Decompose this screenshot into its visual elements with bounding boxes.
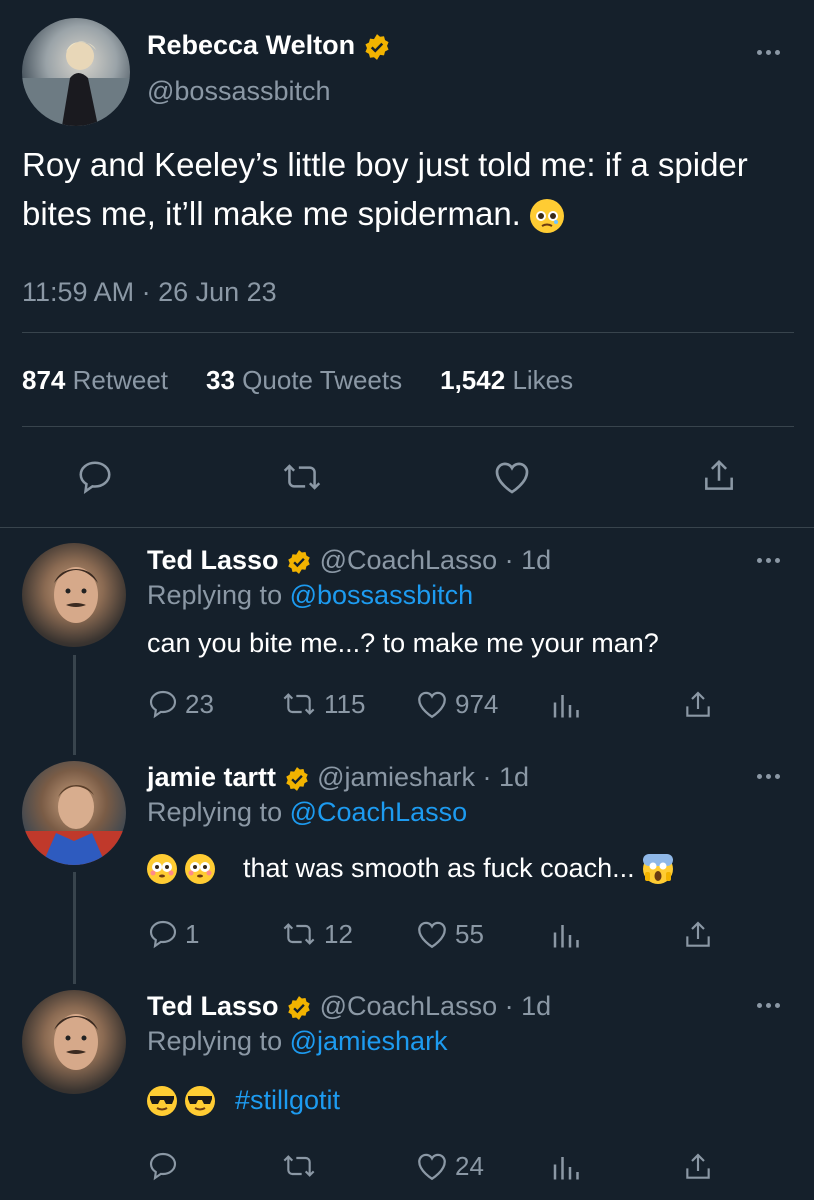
like-icon xyxy=(418,1153,446,1181)
replying-to-line: Replying to @jamieshark xyxy=(147,1026,448,1056)
reply-icon[interactable] xyxy=(147,1150,179,1182)
more-options-icon[interactable] xyxy=(757,558,780,563)
reply-text-block: that was smooth as fuck coach... xyxy=(147,853,673,884)
author-name[interactable]: Ted Lasso xyxy=(147,991,279,1021)
reply-header: jamie tartt @jamieshark · 1d xyxy=(147,762,529,793)
sunglasses-face-emoji-icon xyxy=(185,1085,215,1116)
handle-and-time[interactable]: @CoachLasso · 1d xyxy=(320,545,552,575)
analytics-icon[interactable] xyxy=(550,690,580,720)
handle-and-time[interactable]: @jamieshark · 1d xyxy=(317,762,529,792)
reply-comment-stat[interactable]: 1 xyxy=(147,918,199,950)
thread-line xyxy=(73,655,76,755)
retweet-icon[interactable] xyxy=(280,1150,318,1182)
author-handle[interactable]: @bossassbitch xyxy=(147,76,331,107)
likes-stat[interactable]: 1,542 Likes xyxy=(440,365,573,396)
reply-text-block: #stillgotit xyxy=(147,1085,340,1116)
divider xyxy=(22,426,794,427)
avatar-jamie-tartt[interactable] xyxy=(22,761,126,865)
analytics-icon[interactable] xyxy=(550,1152,580,1182)
share-icon[interactable] xyxy=(682,918,714,952)
more-options-icon[interactable] xyxy=(757,774,780,779)
sunglasses-face-emoji-icon xyxy=(147,1085,177,1116)
verified-badge-icon xyxy=(285,766,308,791)
share-icon[interactable] xyxy=(682,1150,714,1184)
more-options-icon[interactable] xyxy=(757,50,780,55)
retweets-stat[interactable]: 874 Retweet xyxy=(22,365,168,396)
reply-text: that was smooth as fuck coach... xyxy=(243,853,635,883)
hashtag-link[interactable]: #stillgotit xyxy=(235,1085,340,1116)
reply-like-stat[interactable]: 55 xyxy=(415,918,484,950)
share-icon[interactable] xyxy=(700,456,738,496)
reply-header: Ted Lasso @CoachLasso · 1d xyxy=(147,991,551,1022)
divider xyxy=(0,527,814,528)
thread-line xyxy=(73,872,76,984)
reply-icon[interactable] xyxy=(76,458,114,496)
reply-icon xyxy=(149,690,177,719)
reply-icon xyxy=(149,920,177,949)
replying-to-link[interactable]: @CoachLasso xyxy=(290,797,468,827)
divider xyxy=(22,332,794,333)
reply-retweet-stat[interactable]: 12 xyxy=(280,918,353,950)
replying-to-link[interactable]: @jamieshark xyxy=(290,1026,448,1056)
reply-header: Ted Lasso @CoachLasso · 1d xyxy=(147,545,551,576)
retweet-icon xyxy=(283,923,315,945)
reply-like-stat[interactable]: 24 xyxy=(415,1150,484,1182)
tweet-text-block: Roy and Keeley’s little boy just told me… xyxy=(22,140,797,238)
reply-text: can you bite me...? to make me your man? xyxy=(147,628,659,658)
author-name[interactable]: jamie tartt xyxy=(147,762,276,792)
retweet-icon[interactable] xyxy=(280,458,324,496)
retweet-icon xyxy=(283,693,315,715)
flushed-face-emoji-icon xyxy=(147,853,177,884)
reply-like-stat[interactable]: 974 xyxy=(415,688,498,720)
like-icon xyxy=(418,691,446,719)
verified-badge-icon xyxy=(288,995,310,1020)
quotes-stat[interactable]: 33 Quote Tweets xyxy=(206,365,402,396)
share-icon[interactable] xyxy=(682,688,714,722)
avatar-ted-lasso[interactable] xyxy=(22,990,126,1094)
like-icon[interactable] xyxy=(492,458,532,496)
analytics-icon[interactable] xyxy=(550,920,580,950)
author-name[interactable]: Rebecca Welton xyxy=(147,30,355,60)
replying-to-link[interactable]: @bossassbitch xyxy=(290,580,474,610)
author-header: Rebecca Welton xyxy=(147,30,391,61)
more-options-icon[interactable] xyxy=(757,1003,780,1008)
author-name[interactable]: Ted Lasso xyxy=(147,545,279,575)
verified-badge-icon xyxy=(365,34,389,60)
avatar-ted-lasso[interactable] xyxy=(22,543,126,647)
like-icon xyxy=(418,921,446,949)
replying-to-line: Replying to @CoachLasso xyxy=(147,797,468,827)
reply-retweet-stat[interactable]: 115 xyxy=(280,688,365,720)
tweet-text: Roy and Keeley’s little boy just told me… xyxy=(22,146,748,232)
screaming-face-emoji-icon xyxy=(642,853,673,884)
replying-to-line: Replying to @bossassbitch xyxy=(147,580,474,610)
avatar-rebecca[interactable] xyxy=(22,18,130,126)
pleading-face-emoji-icon xyxy=(530,199,565,234)
tweet-stats: 874 Retweet 33 Quote Tweets 1,542 Likes xyxy=(22,365,573,396)
reply-comment-stat[interactable]: 23 xyxy=(147,688,214,720)
flushed-face-emoji-icon xyxy=(185,853,215,884)
tweet-timestamp[interactable]: 11:59 AM · 26 Jun 23 xyxy=(22,277,277,308)
verified-badge-icon xyxy=(288,549,310,574)
handle-and-time[interactable]: @CoachLasso · 1d xyxy=(320,991,552,1021)
